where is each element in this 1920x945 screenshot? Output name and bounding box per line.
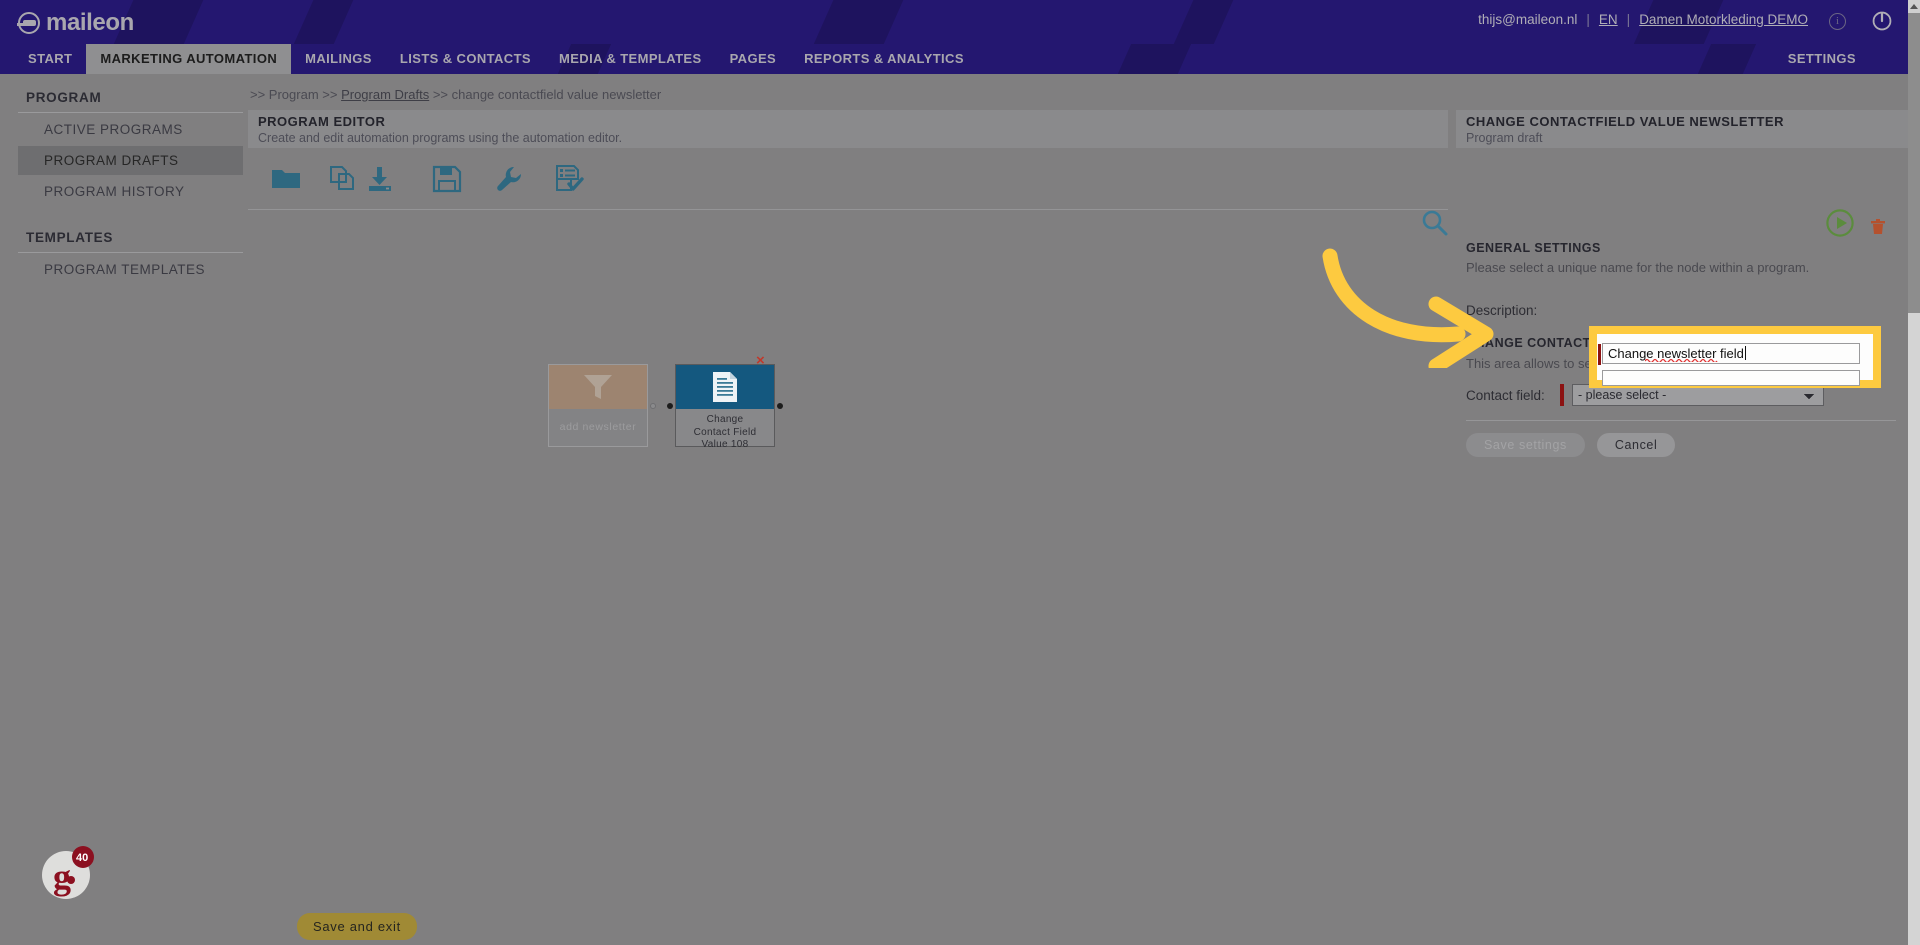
node-connector-in[interactable] xyxy=(667,403,673,409)
wrench-tools-icon[interactable] xyxy=(494,164,526,199)
breadcrumb: >> Program >> Program Drafts >> change c… xyxy=(250,87,661,102)
user-email: thijs@maileon.nl xyxy=(1478,12,1578,27)
info-icon[interactable]: i xyxy=(1829,13,1846,30)
right-panel-title: CHANGE CONTACTFIELD VALUE NEWSLETTER xyxy=(1466,114,1784,129)
save-and-exit-button[interactable]: Save and exit xyxy=(297,913,417,940)
breadcrumb-sep-2: >> xyxy=(318,87,342,102)
nav-item-lists-contacts[interactable]: LISTS & CONTACTS xyxy=(386,44,545,74)
description-input[interactable] xyxy=(1602,370,1860,386)
editor-toolbar xyxy=(248,152,1448,210)
canvas-node-change-contact-field-value[interactable]: Change Contact Field Value 108 xyxy=(675,364,775,450)
right-panel-header: CHANGE CONTACTFIELD VALUE NEWSLETTER Pro… xyxy=(1456,110,1908,148)
logo-text: maileon xyxy=(46,9,134,36)
trash-icon[interactable] xyxy=(1870,218,1886,241)
contact-field-label: Contact field: xyxy=(1466,387,1545,403)
required-indicator xyxy=(1560,384,1564,406)
sidebar-item-program-drafts[interactable]: PROGRAM DRAFTS xyxy=(18,146,243,175)
sidebar-divider-1 xyxy=(18,112,243,113)
node-name-input[interactable]: Change newsletter field xyxy=(1598,343,1860,365)
nav-item-reports-analytics[interactable]: REPORTS & ANALYTICS xyxy=(790,44,978,74)
program-canvas[interactable]: add newsletter Change Contact Field Valu… xyxy=(248,211,1448,831)
node-label-line-3: Value 108 xyxy=(701,439,749,450)
main-navigation-bar: START MARKETING AUTOMATION MAILINGS LIST… xyxy=(0,44,1908,74)
maileon-logo[interactable]: maileon xyxy=(17,9,134,37)
program-editor-panel-header: PROGRAM EDITOR Create and edit automatio… xyxy=(248,110,1448,148)
breadcrumb-item-current: change contactfield value newsletter xyxy=(451,87,662,102)
power-icon[interactable] xyxy=(1872,11,1892,31)
validate-checklist-icon[interactable] xyxy=(553,164,585,199)
language-link[interactable]: EN xyxy=(1599,12,1618,27)
maileon-logo-icon xyxy=(17,12,40,34)
save-settings-button[interactable]: Save settings xyxy=(1466,433,1585,457)
page-title: PROGRAM EDITOR xyxy=(258,114,386,129)
help-widget-badge[interactable]: g 40 xyxy=(40,845,96,906)
play-icon[interactable] xyxy=(1825,208,1855,243)
open-folder-icon[interactable] xyxy=(270,164,302,199)
import-download-icon[interactable] xyxy=(364,164,396,199)
app-root: maileon thijs@maileon.nl | EN | Damen Mo… xyxy=(0,0,1920,945)
nav-item-mailings[interactable]: MAILINGS xyxy=(291,44,386,74)
canvas-node-add-newsletter[interactable]: add newsletter xyxy=(548,364,648,447)
breadcrumb-sep-3: >> xyxy=(429,87,452,102)
right-panel-subtitle: Program draft xyxy=(1466,131,1543,145)
nav-item-media-templates[interactable]: MEDIA & TEMPLATES xyxy=(545,44,716,74)
top-header-bar: maileon thijs@maileon.nl | EN | Damen Mo… xyxy=(0,0,1908,44)
page-scrollbar[interactable] xyxy=(1908,0,1920,945)
required-indicator-name xyxy=(1598,344,1601,365)
left-sidebar: PROGRAM ACTIVE PROGRAMS PROGRAM DRAFTS P… xyxy=(0,74,265,286)
settings-actions: Save settings Cancel xyxy=(1466,433,1676,457)
sidebar-group-title-program: PROGRAM xyxy=(26,90,102,105)
spellcheck-squiggle-icon xyxy=(1645,358,1718,362)
nav-item-marketing-automation[interactable]: MARKETING AUTOMATION xyxy=(86,44,292,74)
separator-1: | xyxy=(1586,12,1590,27)
save-disk-icon[interactable] xyxy=(431,164,463,199)
sidebar-item-program-history[interactable]: PROGRAM HISTORY xyxy=(18,177,243,206)
nav-item-pages[interactable]: PAGES xyxy=(716,44,791,74)
node-close-icon[interactable]: × xyxy=(756,352,765,369)
cancel-button[interactable]: Cancel xyxy=(1596,433,1676,457)
nav-item-start[interactable]: START xyxy=(14,44,86,74)
settings-divider xyxy=(1466,420,1896,421)
canvas-node-label: add newsletter xyxy=(559,421,637,433)
nav-item-settings[interactable]: SETTINGS xyxy=(1788,44,1856,74)
node-connector-out[interactable] xyxy=(777,403,783,409)
svg-text:g: g xyxy=(53,857,71,897)
separator-2: | xyxy=(1626,12,1631,27)
page-subtitle: Create and edit automation programs usin… xyxy=(258,131,623,145)
breadcrumb-sep-1: >> xyxy=(250,87,269,102)
funnel-icon xyxy=(549,365,647,409)
header-account-area: thijs@maileon.nl | EN | Damen Motorkledi… xyxy=(1478,12,1808,27)
annotation-arrow-icon xyxy=(1318,248,1518,374)
sidebar-group-title-templates: TEMPLATES xyxy=(26,230,114,245)
document-lines-icon xyxy=(676,365,774,409)
scroll-thumb[interactable] xyxy=(1908,13,1920,313)
node-label-line-2: Contact Field xyxy=(693,426,757,438)
account-link[interactable]: Damen Motorkleding DEMO xyxy=(1639,12,1808,27)
node-connector-out-ghost[interactable] xyxy=(650,403,656,409)
sidebar-item-active-programs[interactable]: ACTIVE PROGRAMS xyxy=(18,115,243,144)
sidebar-item-program-templates[interactable]: PROGRAM TEMPLATES xyxy=(18,255,243,284)
breadcrumb-item-program-drafts[interactable]: Program Drafts xyxy=(341,87,429,102)
nav-item-list: START MARKETING AUTOMATION MAILINGS LIST… xyxy=(14,44,978,74)
node-label-line-1: Change xyxy=(706,414,744,425)
help-widget-count: 40 xyxy=(76,852,88,864)
canvas-node-label: Change Contact Field Value 108 xyxy=(676,409,774,452)
sidebar-divider-2 xyxy=(18,252,243,253)
breadcrumb-item-program: Program xyxy=(268,87,319,102)
scroll-up-arrow[interactable] xyxy=(1908,0,1920,13)
copy-icon[interactable] xyxy=(328,164,360,199)
